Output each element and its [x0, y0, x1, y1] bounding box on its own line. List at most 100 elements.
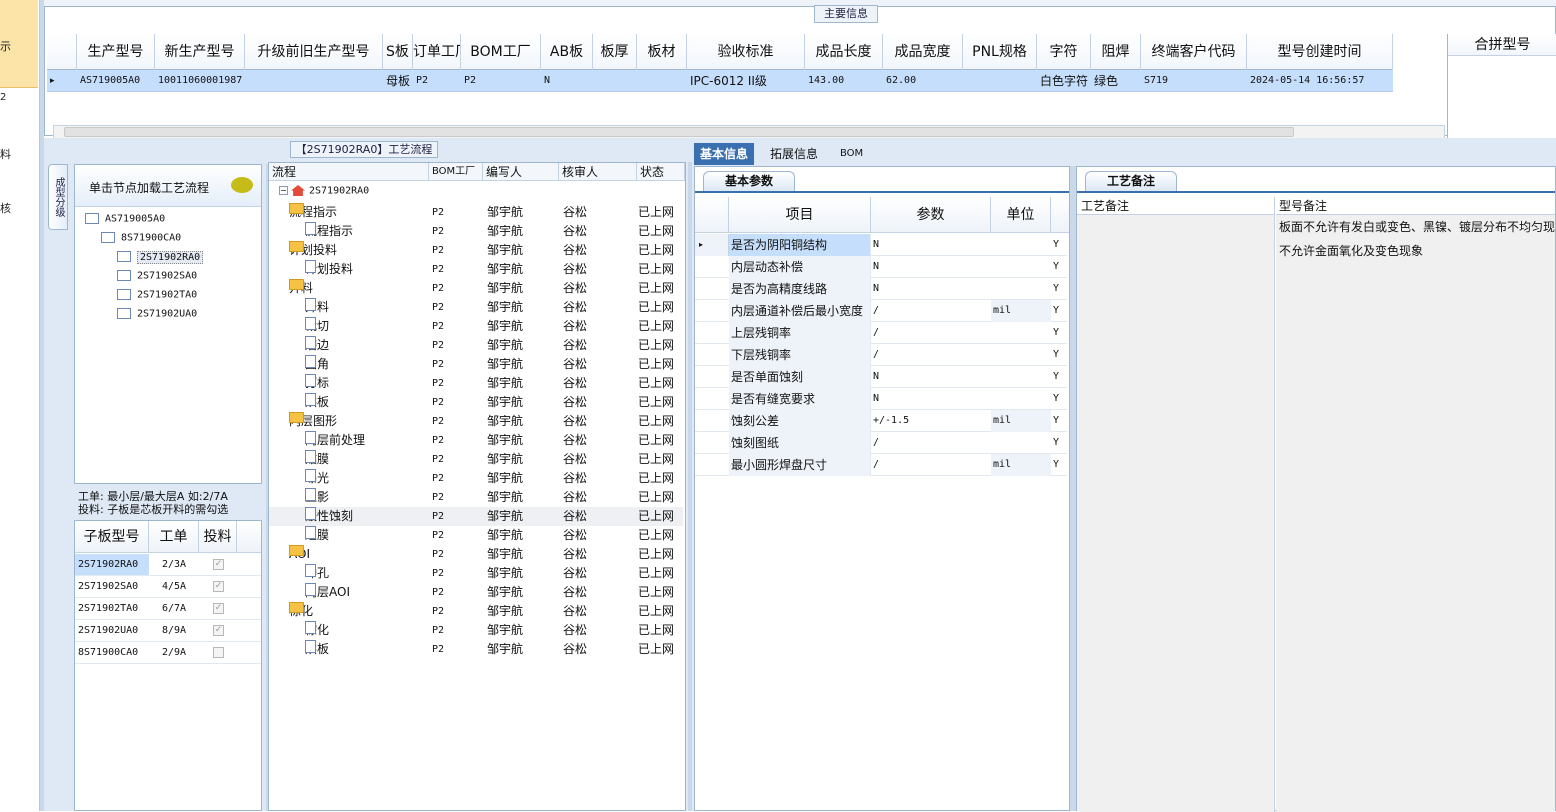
grid-cell[interactable]: P2 — [413, 70, 461, 92]
grid-cell[interactable] — [637, 70, 687, 92]
column-header[interactable]: BOM工厂 — [461, 34, 541, 70]
sub-table-row[interactable]: 2S71902RA0 2/3A ✓ — [75, 554, 261, 576]
sub-col-header[interactable]: 子板型号 — [75, 521, 149, 553]
params-col-header[interactable]: 项目 — [729, 197, 871, 233]
feed-checkbox[interactable]: ✓ — [213, 603, 224, 614]
tree-node[interactable]: AS719005A0 — [85, 213, 165, 225]
flow-row[interactable]: 圆角 P2 邹宇航 谷松 已上网 — [269, 355, 683, 374]
grid-cell[interactable]: 白色字符 — [1037, 70, 1091, 92]
flow-row[interactable]: 流程指示 P2 邹宇航 谷松 已上网 — [269, 222, 683, 241]
column-header[interactable]: 升级前旧生产型号 — [245, 34, 383, 70]
tree-node[interactable]: 2S71902RA0 — [117, 250, 204, 264]
collapse-icon[interactable]: − — [279, 186, 288, 195]
horizontal-scrollbar[interactable] — [53, 125, 1445, 139]
column-header[interactable]: AB板 — [541, 34, 593, 70]
grid-cell[interactable]: P2 — [461, 70, 541, 92]
param-value[interactable]: N — [871, 388, 991, 410]
param-value[interactable]: +/-1.5 — [871, 410, 991, 432]
flow-root[interactable]: − 2S71902RA0 — [279, 185, 369, 197]
grid-cell[interactable]: 母板 — [383, 70, 413, 92]
grid-cell[interactable]: 62.00 — [883, 70, 963, 92]
grid-cell[interactable]: S719 — [1141, 70, 1247, 92]
model-remark-field[interactable]: 板面不得有因烤板时间过长使板材变黄，颜色变色的现象板面不允许有发白或变色、黑镍、… — [1276, 215, 1555, 812]
param-row[interactable]: 是否有缝宽要求 N Y — [695, 388, 1067, 410]
feed-checkbox[interactable]: ✓ — [213, 581, 224, 592]
tab-extended-info[interactable]: 拓展信息 — [764, 143, 824, 165]
grid-cell[interactable]: N — [541, 70, 593, 92]
left-nav-item[interactable]: 2 — [0, 92, 6, 103]
flow-row[interactable]: 烘板 P2 邹宇航 谷松 已上网 — [269, 393, 683, 412]
param-value[interactable]: / — [871, 322, 991, 344]
tree-node[interactable]: 2S71902UA0 — [117, 308, 197, 320]
grid-cell[interactable] — [245, 70, 383, 92]
column-header[interactable]: PNL规格 — [963, 34, 1037, 70]
sidebar-tab[interactable]: 成型分级 — [48, 164, 68, 230]
tab-bom[interactable]: BOM — [834, 143, 869, 165]
flow-col-header[interactable]: 流程 — [269, 163, 429, 181]
grid-cell[interactable]: 2024-05-14 16:56:57 — [1247, 70, 1393, 92]
flow-row[interactable]: 贴膜 P2 邹宇航 谷松 已上网 — [269, 450, 683, 469]
flow-row[interactable]: 显影 P2 邹宇航 谷松 已上网 — [269, 488, 683, 507]
speech-bubble-icon[interactable] — [231, 177, 253, 193]
flow-row[interactable]: 棕化 P2 邹宇航 谷松 已上网 — [269, 621, 683, 640]
tab-basic-params[interactable]: 基本参数 — [703, 171, 795, 191]
flow-col-header[interactable]: BOM工厂 — [429, 163, 483, 181]
flow-row[interactable]: −内层图形 P2 邹宇航 谷松 已上网 — [269, 412, 683, 431]
param-row[interactable]: 蚀刻图纸 / Y — [695, 432, 1067, 454]
param-row[interactable]: ▸ 是否为阴阳铜结构 N Y — [695, 234, 1067, 256]
grid-cell[interactable]: IPC-6012 II级 — [687, 70, 805, 92]
param-row[interactable]: 是否单面蚀刻 N Y — [695, 366, 1067, 388]
param-value[interactable]: N — [871, 234, 991, 256]
params-col-header[interactable]: 单位 — [991, 197, 1051, 233]
flow-row[interactable]: −流程指示 P2 邹宇航 谷松 已上网 — [269, 203, 683, 222]
column-header[interactable]: 阻焊 — [1091, 34, 1141, 70]
grid-cell[interactable] — [963, 70, 1037, 92]
grid-cell[interactable]: 10011060001987 — [155, 70, 245, 92]
left-nav-item[interactable]: 核 — [0, 200, 11, 216]
param-row[interactable]: 内层动态补偿 N Y — [695, 256, 1067, 278]
flow-col-header[interactable]: 状态 — [637, 163, 685, 181]
column-header[interactable]: 字符 — [1037, 34, 1091, 70]
column-header[interactable]: 成品长度 — [805, 34, 883, 70]
sub-col-header[interactable]: 工单 — [149, 521, 199, 553]
grid-cell[interactable]: 绿色 — [1091, 70, 1141, 92]
column-header[interactable]: 板材 — [637, 34, 687, 70]
tree-node[interactable]: 2S71902TA0 — [117, 289, 197, 301]
scroll-thumb[interactable] — [64, 127, 1294, 137]
sub-col-header[interactable]: 投料 — [199, 521, 237, 553]
params-col-header[interactable]: 参数 — [871, 197, 991, 233]
column-header[interactable]: S板 — [383, 34, 413, 70]
column-header[interactable]: 板厚 — [593, 34, 637, 70]
param-value[interactable]: N — [871, 278, 991, 300]
flow-row[interactable]: −计划投料 P2 邹宇航 谷松 已上网 — [269, 241, 683, 260]
param-row[interactable]: 内层通道补偿后最小宽度 / mil Y — [695, 300, 1067, 322]
param-value[interactable]: N — [871, 256, 991, 278]
sub-table-row[interactable]: 2S71902SA0 4/5A ✓ — [75, 576, 261, 598]
param-row[interactable]: 上层残铜率 / Y — [695, 322, 1067, 344]
param-value[interactable]: / — [871, 300, 991, 322]
flow-row[interactable]: 磨边 P2 邹宇航 谷松 已上网 — [269, 336, 683, 355]
column-header[interactable]: 生产型号 — [77, 34, 155, 70]
flow-row[interactable]: 打标 P2 邹宇航 谷松 已上网 — [269, 374, 683, 393]
column-header[interactable]: 成品宽度 — [883, 34, 963, 70]
flow-col-header[interactable]: 核审人 — [559, 163, 637, 181]
param-value[interactable]: / — [871, 432, 991, 454]
flow-row[interactable]: −AOI P2 邹宇航 谷松 已上网 — [269, 545, 683, 564]
flow-row[interactable]: 开料 P2 邹宇航 谷松 已上网 — [269, 298, 683, 317]
flow-row[interactable]: 烘板 P2 邹宇航 谷松 已上网 — [269, 640, 683, 659]
flow-row[interactable]: −开料 P2 邹宇航 谷松 已上网 — [269, 279, 683, 298]
feed-checkbox[interactable]: ✓ — [213, 559, 224, 570]
column-header[interactable]: 订单工厂 — [413, 34, 461, 70]
flow-row[interactable]: 内层AOI P2 邹宇航 谷松 已上网 — [269, 583, 683, 602]
process-remark-field[interactable] — [1077, 215, 1275, 812]
tab-process-remarks[interactable]: 工艺备注 — [1085, 171, 1177, 191]
flow-row[interactable]: −棕化 P2 邹宇航 谷松 已上网 — [269, 602, 683, 621]
tree-node[interactable]: 2S71902SA0 — [117, 270, 197, 282]
column-header[interactable]: 终端客户代码 — [1141, 34, 1247, 70]
tree-node[interactable]: 8S71900CA0 — [101, 232, 181, 244]
feed-checkbox[interactable]: ✓ — [213, 625, 224, 636]
flow-row[interactable]: 内层前处理 P2 邹宇航 谷松 已上网 — [269, 431, 683, 450]
flow-row[interactable]: 酸性蚀刻 P2 邹宇航 谷松 已上网 — [269, 507, 683, 526]
splitter[interactable] — [688, 162, 692, 811]
param-row[interactable]: 是否为高精度线路 N Y — [695, 278, 1067, 300]
